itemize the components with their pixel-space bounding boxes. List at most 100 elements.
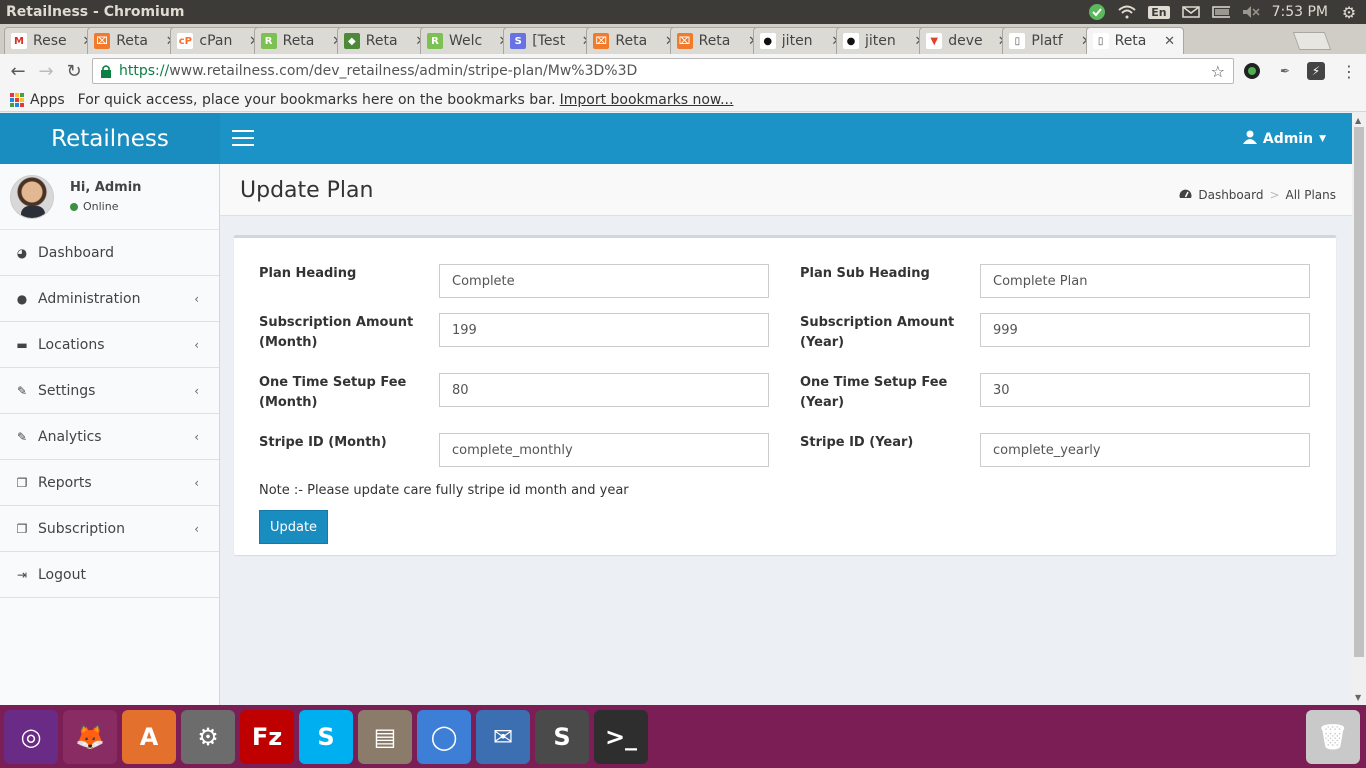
plan-heading-label: Plan Heading: [259, 266, 357, 281]
update-check-icon[interactable]: [1088, 4, 1106, 20]
sidebar-item-administration[interactable]: ● Administration ‹: [0, 276, 219, 322]
sidebar-item-subscription[interactable]: ❐ Subscription ‹: [0, 506, 219, 552]
skype-icon[interactable]: S: [299, 710, 353, 764]
eyedropper-extension-icon[interactable]: ✒: [1276, 62, 1294, 80]
bookmarks-bar: Apps For quick access, place your bookma…: [0, 88, 1366, 112]
browser-toolbar: ← → ↻ https://www.retailness.com/dev_ret…: [0, 54, 1366, 88]
breadcrumb-dashboard[interactable]: Dashboard: [1198, 188, 1263, 202]
volume-muted-icon[interactable]: [1242, 4, 1260, 20]
bookmark-star-icon[interactable]: ☆: [1211, 62, 1225, 81]
tab-title: Reta: [1114, 33, 1147, 49]
subscription-amount-month-input[interactable]: 199: [439, 313, 769, 347]
wifi-icon[interactable]: [1118, 4, 1136, 20]
avatar: [10, 174, 54, 219]
copy-icon: ❐: [16, 475, 28, 490]
sidebar-item-label: Settings: [38, 382, 96, 399]
terminal-icon[interactable]: >_: [594, 710, 648, 764]
browser-tab[interactable]: ▯ Reta ✕: [1085, 27, 1184, 54]
setup-fee-month-input[interactable]: 80: [439, 373, 769, 407]
new-tab-button[interactable]: [1292, 32, 1332, 50]
back-icon[interactable]: ←: [4, 61, 32, 82]
filezilla-icon[interactable]: Fz: [240, 710, 294, 764]
web-app: Retailness Admin ▼ Hi, Admin Online ◕ Das…: [0, 113, 1352, 705]
tab-title: Reta: [615, 33, 648, 49]
sidebar-item-label: Analytics: [38, 428, 102, 445]
subscription-amount-year-input[interactable]: 999: [980, 313, 1310, 347]
update-button[interactable]: Update: [259, 510, 328, 544]
stripe-id-year-input[interactable]: complete_yearly: [980, 433, 1310, 467]
sidebar-item-label: Administration: [38, 290, 141, 307]
tab-title: Reta: [282, 33, 315, 49]
sublime-text-icon[interactable]: S: [535, 710, 589, 764]
plan-sub-heading-input[interactable]: Complete Plan: [980, 264, 1310, 298]
firefox-icon[interactable]: 🦊: [63, 710, 117, 764]
battery-icon[interactable]: [1211, 4, 1230, 20]
setup-fee-year-input[interactable]: 30: [980, 373, 1310, 407]
clock[interactable]: 7:53 PM: [1272, 4, 1328, 20]
sidebar-item-label: Locations: [38, 336, 105, 353]
sidebar-item-reports[interactable]: ❐ Reports ‹: [0, 460, 219, 506]
stripe-id-month-label: Stripe ID (Month): [259, 435, 387, 450]
reload-icon[interactable]: ↻: [60, 61, 88, 82]
sidebar-item-settings[interactable]: ✎ Settings ‹: [0, 368, 219, 414]
sidebar-item-dashboard[interactable]: ◕ Dashboard: [0, 230, 219, 276]
breadcrumb: Dashboard > All Plans: [1179, 188, 1336, 202]
sign-out-icon: ⇥: [16, 567, 28, 582]
extension-icon[interactable]: ⚡: [1307, 62, 1325, 80]
software-center-icon[interactable]: A: [122, 710, 176, 764]
ubuntu-dash-icon[interactable]: ◎: [4, 710, 58, 764]
os-top-bar: Retailness - Chromium En 7:53 PM ⚙: [0, 0, 1366, 24]
sidebar-toggle-icon[interactable]: [232, 130, 254, 146]
page-icon: ▯: [1092, 33, 1109, 49]
scroll-up-icon[interactable]: ▲: [1355, 116, 1361, 125]
color-picker-extension-icon[interactable]: [1243, 62, 1261, 80]
xampp-icon: ⌧: [676, 33, 693, 49]
apps-grid-icon[interactable]: [10, 92, 24, 107]
scrollbar-thumb[interactable]: [1354, 127, 1364, 657]
top-navbar: Admin ▼: [220, 113, 1352, 164]
stripe-id-month-input[interactable]: complete_monthly: [439, 433, 769, 467]
trash-icon[interactable]: 🗑: [1306, 710, 1360, 764]
status-badge: Online: [70, 200, 141, 213]
chromium-icon[interactable]: ◯: [417, 710, 471, 764]
stripe-icon: S: [510, 33, 527, 49]
forward-icon[interactable]: →: [32, 61, 60, 82]
url-path: www.retailness.com/dev_retailness/admin/…: [169, 63, 638, 79]
system-settings-icon[interactable]: ⚙: [181, 710, 235, 764]
caret-down-icon: ▼: [1319, 134, 1326, 144]
power-gear-icon[interactable]: ⚙: [1340, 3, 1358, 22]
dashboard-icon: ◕: [16, 245, 28, 260]
mail-icon[interactable]: [1181, 4, 1200, 20]
update-plan-form: Plan Heading Complete Plan Sub Heading C…: [234, 235, 1336, 555]
admin-user-menu[interactable]: Admin ▼: [1242, 130, 1326, 148]
tab-title: Reta: [365, 33, 398, 49]
keyboard-layout-indicator[interactable]: En: [1148, 5, 1170, 19]
brand-logo[interactable]: Retailness: [0, 113, 220, 164]
tab-title: jiten: [865, 33, 896, 49]
sidebar-item-locations[interactable]: ▬ Locations ‹: [0, 322, 219, 368]
bookmarks-hint: For quick access, place your bookmarks h…: [77, 91, 556, 108]
chevron-left-icon: ‹: [194, 383, 199, 398]
lock-icon: [101, 65, 111, 78]
close-tab-icon[interactable]: ✕: [1163, 34, 1177, 49]
address-bar[interactable]: https://www.retailness.com/dev_retailnes…: [92, 58, 1234, 84]
github-icon: ●: [759, 33, 776, 49]
chrome-menu-icon[interactable]: ⋮: [1340, 62, 1358, 81]
sidebar-item-logout[interactable]: ⇥ Logout: [0, 552, 219, 598]
sidebar-item-analytics[interactable]: ✎ Analytics ‹: [0, 414, 219, 460]
thunderbird-icon[interactable]: ✉: [476, 710, 530, 764]
edit-icon: ✎: [16, 429, 28, 444]
files-icon[interactable]: ▤: [358, 710, 412, 764]
subscription-amount-year-label-line1: Subscription Amount: [800, 315, 955, 330]
apps-link[interactable]: Apps: [30, 92, 65, 108]
sidebar-item-label: Dashboard: [38, 244, 114, 261]
import-bookmarks-link[interactable]: Import bookmarks now...: [560, 92, 734, 108]
page-scrollbar[interactable]: ▲ ▼: [1352, 113, 1366, 705]
plan-heading-input[interactable]: Complete: [439, 264, 769, 298]
tab-title: Platf: [1031, 33, 1063, 49]
tab-strip: MRese✕⌧Reta✕cPcPan✕RReta✕◆Reta✕RWelc✕S[T…: [0, 24, 1366, 54]
tab-title: Reta: [116, 33, 148, 49]
scroll-down-icon[interactable]: ▼: [1355, 693, 1361, 702]
breadcrumb-all-plans[interactable]: All Plans: [1286, 188, 1336, 202]
github-icon: ●: [843, 33, 859, 49]
